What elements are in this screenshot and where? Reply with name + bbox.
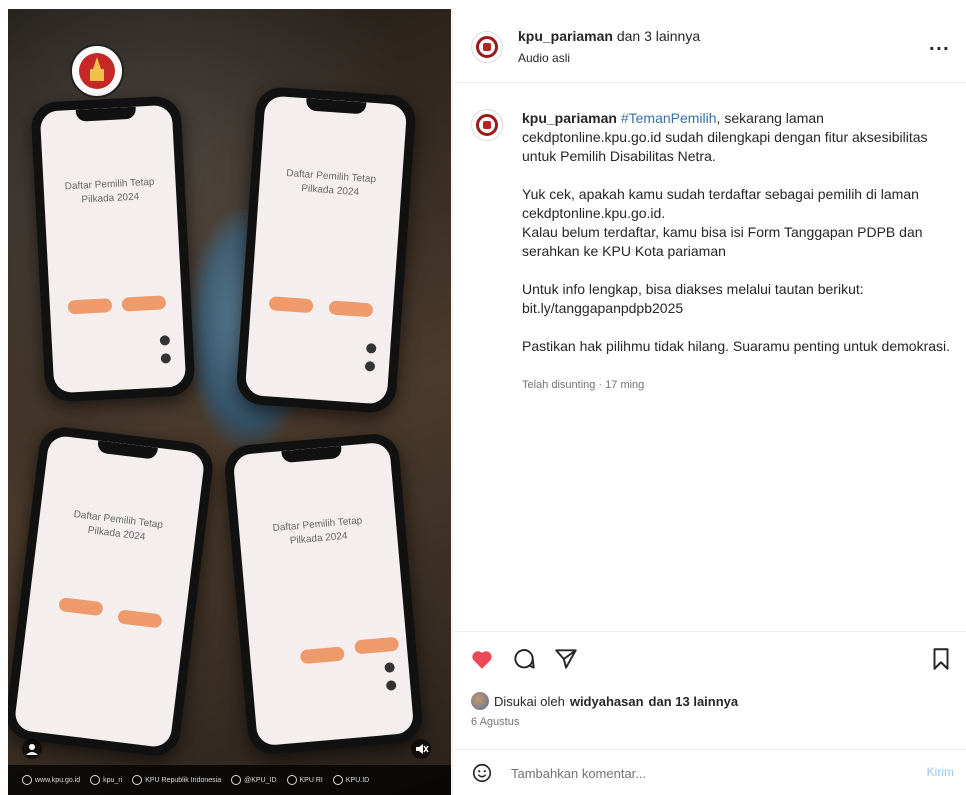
hashtag-link[interactable]: #TemanPemilih xyxy=(621,110,717,126)
phone-screen-dot xyxy=(385,680,397,691)
phone-mockup: Daftar Pemilih Tetap Pilkada 2024 xyxy=(235,85,417,415)
phone-screen-dot xyxy=(365,343,377,354)
footer-item-label: KPU.ID xyxy=(345,776,370,784)
reel-video[interactable]: Daftar Pemilih Tetap Pilkada 2024 Daftar… xyxy=(8,9,451,795)
likes-prefix: Disukai oleh xyxy=(494,693,565,709)
caption-text: Yuk cek, apakah kamu sudah terdaftar seb… xyxy=(522,186,919,221)
comment-icon[interactable] xyxy=(511,646,537,672)
author-username[interactable]: kpu_pariaman xyxy=(518,28,613,44)
video-footer-bar: www.kpu.go.id kpu_ri KPU Republik Indone… xyxy=(8,765,451,795)
phone-screen-title: Daftar Pemilih Tetap Pilkada 2024 xyxy=(272,515,363,547)
phone-notch xyxy=(75,106,137,122)
heart-icon[interactable] xyxy=(469,646,495,672)
phone-notch xyxy=(280,445,342,464)
phone-screen-button xyxy=(58,597,104,617)
emoji-icon[interactable] xyxy=(471,762,493,784)
more-options-icon[interactable]: ... xyxy=(929,35,950,54)
caption-text: Kalau belum terdaftar, kamu bisa isi For… xyxy=(522,224,923,259)
footer-item: kpu_ri xyxy=(90,775,122,785)
caption-text: Pastikan hak pilihmu tidak hilang. Suara… xyxy=(522,338,951,354)
footer-item: KPU Republik Indonesia xyxy=(132,775,221,785)
share-icon[interactable] xyxy=(553,646,579,672)
phone-screen-button xyxy=(299,646,345,665)
edited-timestamp: Telah disunting · 17 ming xyxy=(522,379,645,391)
footer-item-label: kpu_ri xyxy=(103,776,123,784)
footer-item: KPU RI xyxy=(286,775,323,785)
x-icon xyxy=(231,775,242,785)
phone-notch xyxy=(305,98,367,115)
phone-screen-title: Daftar Pemilih Tetap Pilkada 2024 xyxy=(73,509,164,543)
audio-link[interactable]: Audio asli xyxy=(518,51,570,65)
footer-item: @KPU_ID xyxy=(231,775,277,785)
phone-screen-dot xyxy=(384,662,396,673)
author-line: kpu_pariaman dan 3 lainnya xyxy=(518,28,700,44)
facebook-icon xyxy=(132,775,143,785)
youtube-icon xyxy=(286,775,297,785)
phone-screen-button xyxy=(121,295,167,312)
author-avatar[interactable] xyxy=(471,31,503,63)
phone-screen-button xyxy=(354,636,400,655)
comment-input[interactable] xyxy=(511,763,891,783)
footer-item-label: KPU Republik Indonesia xyxy=(145,776,222,784)
footer-item-label: KPU RI xyxy=(299,776,323,784)
post-date[interactable]: 6 Agustus xyxy=(471,716,519,728)
post-header: kpu_pariaman dan 3 lainnya Audio asli ..… xyxy=(453,9,966,83)
footer-item: KPU.ID xyxy=(332,775,370,785)
caption-text: bit.ly/tanggapanpdpb2025 xyxy=(522,300,684,316)
post-actions: Disukai oleh widyahasan dan 13 lainnya 6… xyxy=(453,631,966,749)
phone-screen-button xyxy=(328,300,374,318)
post-details-panel: kpu_pariaman dan 3 lainnya Audio asli ..… xyxy=(452,9,966,795)
caption-avatar[interactable] xyxy=(471,109,503,141)
caption-username[interactable]: kpu_pariaman xyxy=(522,110,617,126)
post-comment-button[interactable]: Kirim xyxy=(927,765,954,779)
phone-screen-title: Daftar Pemilih Tetap Pilkada 2024 xyxy=(285,168,377,199)
phone-notch xyxy=(96,440,158,460)
footer-item-label: www.kpu.go.id xyxy=(35,776,81,784)
phone-screen-button xyxy=(67,298,113,315)
phone-screen-button xyxy=(117,609,163,629)
tiktok-icon xyxy=(332,775,343,785)
comment-bar: Kirim xyxy=(453,749,966,795)
phone-screen-dot xyxy=(364,361,376,372)
footer-item: www.kpu.go.id xyxy=(22,775,80,785)
footer-item-label: @KPU_ID xyxy=(244,776,277,784)
post-caption: kpu_pariaman #TemanPemilih, sekarang lam… xyxy=(522,109,954,356)
top-caption-band xyxy=(0,0,966,9)
liker-username[interactable]: widyahasan xyxy=(570,694,644,709)
bookmark-icon[interactable] xyxy=(928,646,954,672)
phone-mockup: Daftar Pemilih Tetap Pilkada 2024 xyxy=(30,95,196,403)
mute-icon[interactable] xyxy=(411,739,431,759)
likes-count-link[interactable]: dan 13 lainnya xyxy=(649,694,739,709)
globe-icon xyxy=(22,775,32,785)
phone-mockup: Daftar Pemilih Tetap Pilkada 2024 xyxy=(222,431,425,757)
phone-screen-dot xyxy=(159,335,171,346)
caption-text: Untuk info lengkap, bisa diakses melalui… xyxy=(522,281,864,297)
likes-summary: Disukai oleh widyahasan dan 13 lainnya xyxy=(471,692,738,710)
phone-screen: Daftar Pemilih Tetap Pilkada 2024 xyxy=(232,441,415,747)
phone-screen-button xyxy=(268,296,314,314)
liker-avatar[interactable] xyxy=(471,692,489,710)
phone-screen-dot xyxy=(160,353,172,364)
phone-screen: Daftar Pemilih Tetap Pilkada 2024 xyxy=(39,104,187,394)
phone-screen: Daftar Pemilih Tetap Pilkada 2024 xyxy=(13,434,206,749)
phone-screen-title: Daftar Pemilih Tetap Pilkada 2024 xyxy=(64,176,155,206)
coauthors-link[interactable]: dan 3 lainnya xyxy=(617,28,700,44)
instagram-icon xyxy=(90,775,101,785)
tagged-people-icon[interactable] xyxy=(22,739,42,759)
phone-screen: Daftar Pemilih Tetap Pilkada 2024 xyxy=(244,95,408,405)
